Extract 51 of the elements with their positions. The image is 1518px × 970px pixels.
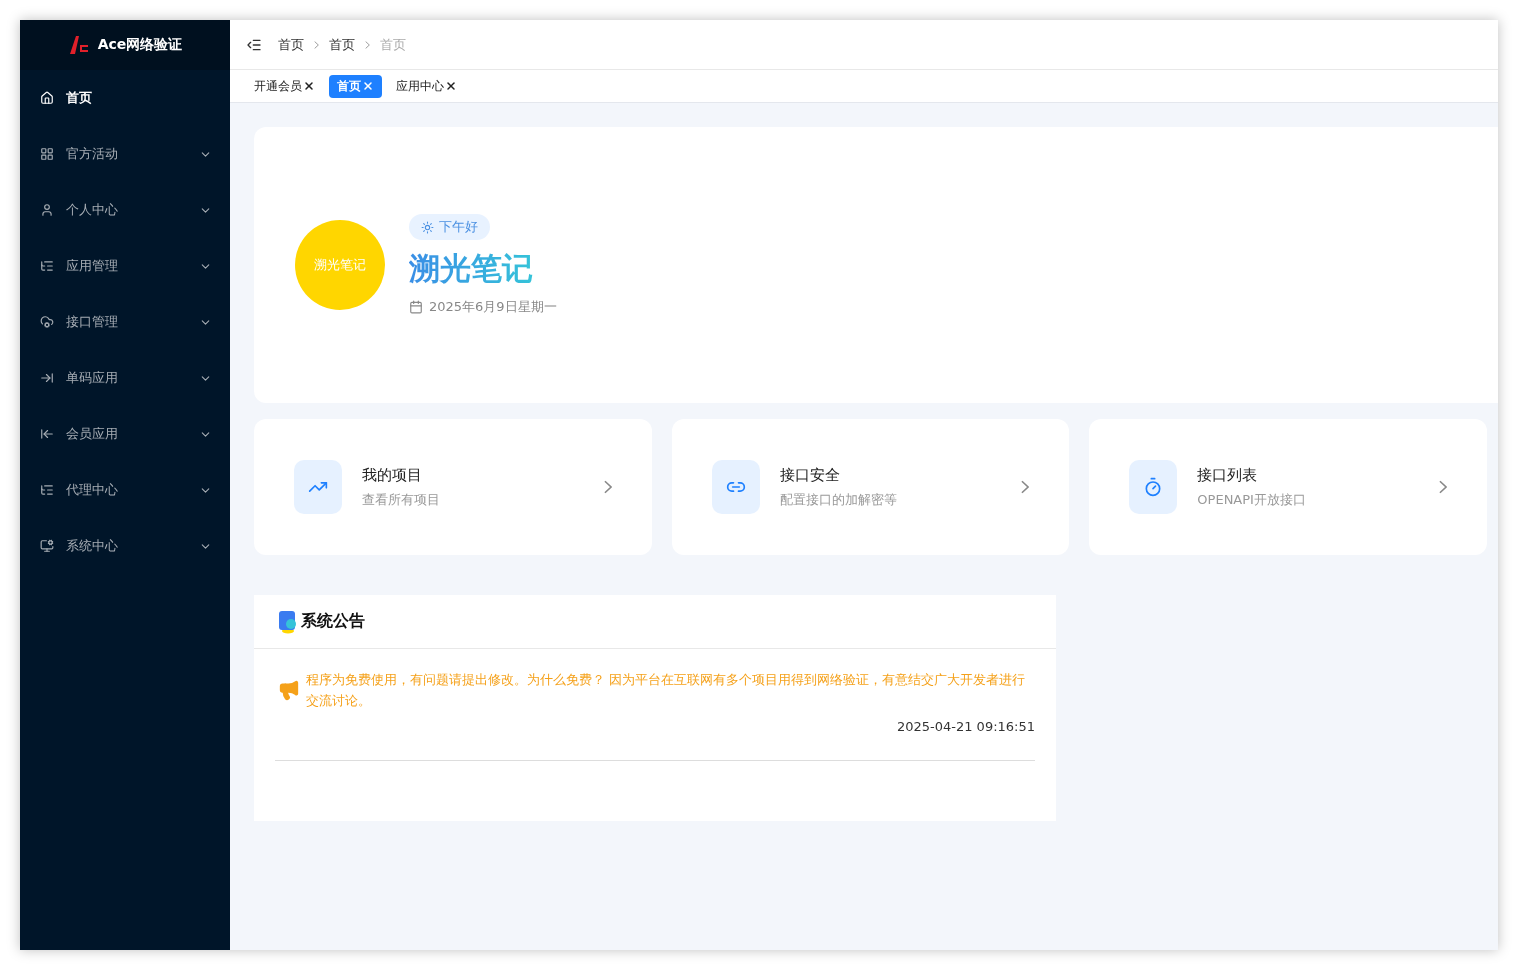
card-subtitle: OPENAPI开放接口 bbox=[1197, 490, 1307, 509]
logo-text: Ace网络验证 bbox=[97, 36, 183, 54]
logo-icon bbox=[67, 35, 90, 55]
chevron-icon bbox=[314, 40, 319, 49]
card-subtitle: 配置接口的加解密等 bbox=[779, 490, 898, 509]
breadcrumb-link[interactable]: 首页 bbox=[329, 35, 355, 54]
notice-time: 2025-04-21 09:16:51 bbox=[895, 719, 1035, 734]
calendar-icon bbox=[409, 300, 423, 314]
user-icon bbox=[40, 203, 54, 217]
arrow-left-icon bbox=[40, 427, 54, 441]
page-tab[interactable]: 首页 bbox=[329, 74, 382, 98]
menu-item[interactable]: 应用管理 bbox=[20, 238, 230, 294]
menu-item[interactable]: 个人中心 bbox=[20, 182, 230, 238]
list-icon bbox=[40, 259, 54, 273]
avatar: 溯光笔记 bbox=[295, 220, 385, 310]
sun-icon bbox=[421, 220, 434, 234]
megaphone-icon bbox=[278, 679, 300, 701]
notice-text: 程序为免费使用，有问题请提出修改。为什么免费？ 因为平台在互联网有多个项目用得到网络验证，有意结交广大开发者进行交流讨论。 bbox=[306, 671, 1027, 710]
menu-item[interactable]: 官方活动 bbox=[20, 126, 230, 182]
menu-item[interactable]: 代理中心 bbox=[20, 462, 230, 518]
shortcut-card[interactable]: 我的项目 查看所有项目 bbox=[254, 419, 652, 555]
menu-item[interactable]: 首页 bbox=[20, 70, 230, 126]
menu-item[interactable]: 系统中心 bbox=[20, 518, 230, 574]
chevron-icon bbox=[1439, 480, 1447, 494]
arrow-right-icon bbox=[40, 371, 54, 385]
menu-item[interactable]: 会员应用 bbox=[20, 406, 230, 462]
list-icon bbox=[40, 483, 54, 497]
chevron-icon bbox=[365, 40, 370, 49]
date-text: 2025年6月9日星期一 bbox=[429, 298, 557, 316]
menu-item[interactable]: 接口管理 bbox=[20, 294, 230, 350]
close-icon[interactable] bbox=[303, 80, 315, 92]
menu-item[interactable]: 单码应用 bbox=[20, 350, 230, 406]
card-title: 接口列表 bbox=[1197, 465, 1259, 485]
greeting-text: 下午好 bbox=[439, 218, 478, 236]
page-tab[interactable]: 应用中心 bbox=[388, 74, 465, 98]
shortcut-card[interactable]: 接口列表 OPENAPI开放接口 bbox=[1089, 419, 1487, 555]
page-tab[interactable]: 开通会员 bbox=[246, 74, 323, 98]
notice-icon bbox=[278, 609, 298, 634]
chevron-icon bbox=[1021, 480, 1030, 494]
grid-icon bbox=[40, 147, 54, 161]
monitor-icon bbox=[40, 539, 54, 553]
house-icon bbox=[40, 91, 54, 105]
card-title: 接口安全 bbox=[779, 465, 841, 485]
breadcrumb-link[interactable]: 首页 bbox=[278, 35, 304, 54]
shortcut-card[interactable]: 接口安全 配置接口的加解密等 bbox=[671, 419, 1070, 555]
cloud-icon bbox=[40, 315, 54, 329]
notice-title: 系统公告 bbox=[301, 611, 365, 632]
card-title: 我的项目 bbox=[362, 465, 423, 485]
chevron-icon bbox=[603, 480, 612, 494]
close-icon[interactable] bbox=[445, 80, 457, 92]
card-subtitle: 查看所有项目 bbox=[362, 490, 441, 509]
